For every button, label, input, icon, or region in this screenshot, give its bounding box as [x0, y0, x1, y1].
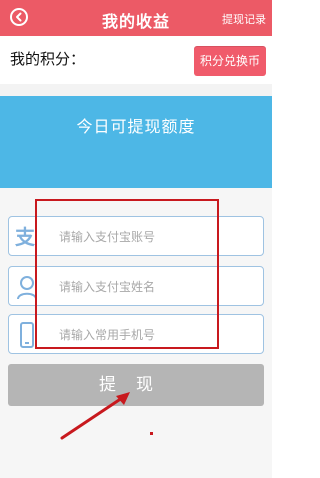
annotation-arrow-icon	[60, 392, 153, 440]
